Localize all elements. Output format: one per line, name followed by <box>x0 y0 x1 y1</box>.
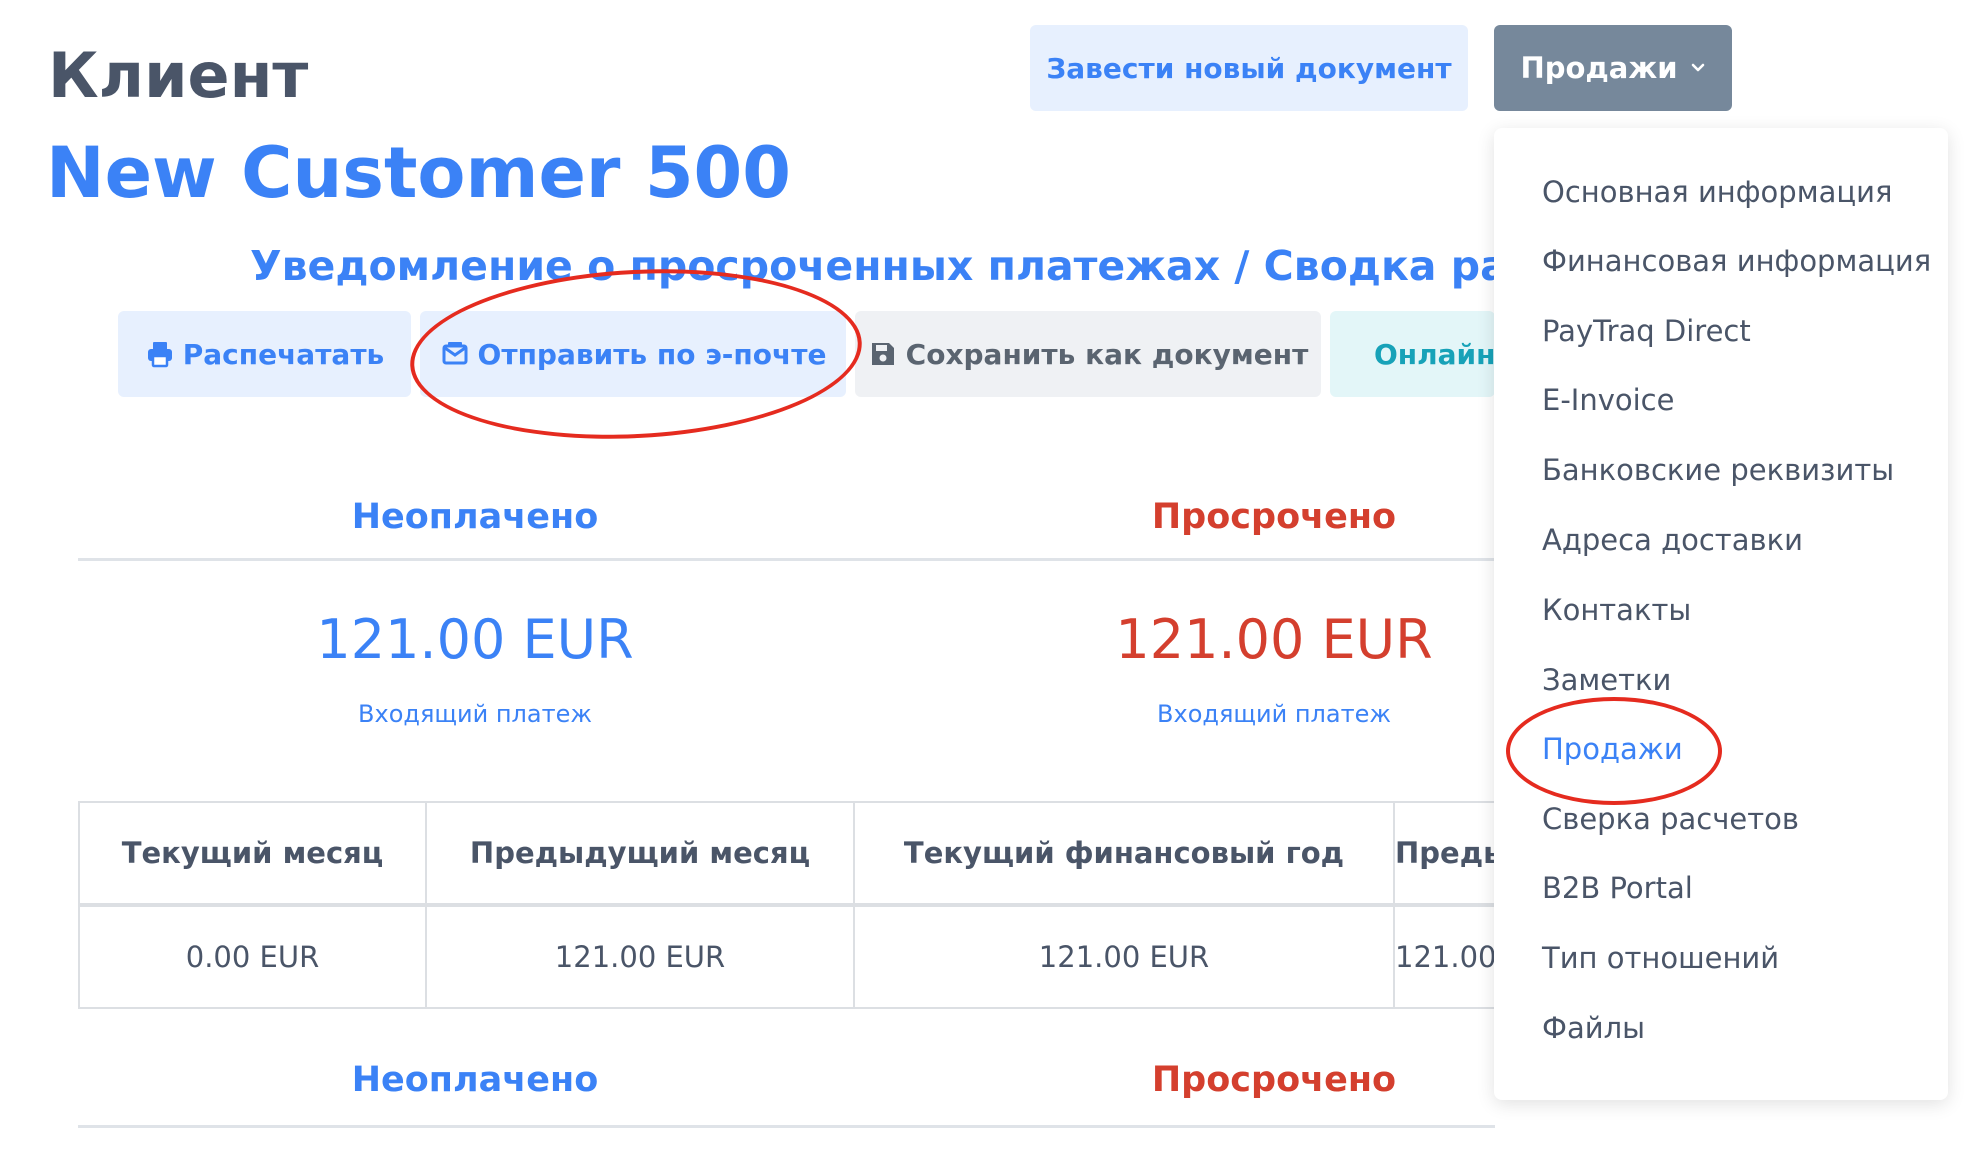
entity-label: Клиент <box>48 39 309 112</box>
table-header-row: Текущий месяц Предыдущий месяц Текущий ф… <box>78 801 1497 907</box>
customer-name: New Customer 500 <box>46 132 791 214</box>
menu-item-relationship-type[interactable]: Тип отношений <box>1542 938 1779 978</box>
value-current-month: 0.00 EUR <box>78 904 427 1009</box>
table-row: 0.00 EUR 121.00 EUR 121.00 EUR 121.00 EU… <box>78 904 1497 1009</box>
overdue-amount: 121.00 EUR <box>1115 608 1433 671</box>
value-previous-fiscal-year: 121.00 EUR <box>1393 904 1497 1009</box>
page-subtitle: Уведомление о просроченных платежах / Св… <box>250 242 1495 290</box>
chevron-down-icon <box>1691 63 1704 72</box>
annotation-ellipse-sales <box>1506 697 1722 805</box>
menu-item-financial-info[interactable]: Финансовая информация <box>1542 241 1931 281</box>
menu-item-b2b-portal[interactable]: B2B Portal <box>1542 868 1693 908</box>
menu-item-files[interactable]: Файлы <box>1542 1008 1645 1048</box>
divider <box>78 558 1495 561</box>
print-button[interactable]: Распечатать <box>118 311 411 397</box>
sales-dropdown-menu: Основная информация Финансовая информаци… <box>1494 128 1948 1100</box>
header-previous-month: Предыдущий месяц <box>425 801 855 907</box>
menu-item-basic-info[interactable]: Основная информация <box>1542 172 1892 212</box>
value-current-fiscal-year: 121.00 EUR <box>853 904 1395 1009</box>
save-as-document-button[interactable]: Сохранить как документ <box>855 311 1321 397</box>
menu-item-delivery-addresses[interactable]: Адреса доставки <box>1542 520 1803 560</box>
menu-item-notes[interactable]: Заметки <box>1542 660 1671 700</box>
online-button[interactable]: Онлайн <box>1330 311 1495 397</box>
online-label: Онлайн <box>1374 337 1495 371</box>
menu-item-paytraq-direct[interactable]: PayTraq Direct <box>1542 311 1751 351</box>
sales-button-label: Продажи <box>1520 51 1678 85</box>
new-document-button[interactable]: Завести новый документ <box>1030 25 1468 111</box>
new-document-label: Завести новый документ <box>1046 51 1452 85</box>
menu-item-bank-details[interactable]: Банковские реквизиты <box>1542 450 1894 490</box>
overdue-heading: Просрочено <box>1151 497 1397 537</box>
save-as-document-label: Сохранить как документ <box>905 337 1309 371</box>
menu-item-contacts[interactable]: Контакты <box>1542 590 1691 630</box>
period-summary-table: Текущий месяц Предыдущий месяц Текущий ф… <box>78 801 1497 1009</box>
unpaid-amount: 121.00 EUR <box>316 608 634 671</box>
divider <box>78 1125 1495 1128</box>
unpaid-heading: Неоплачено <box>351 497 599 537</box>
header-current-month: Текущий месяц <box>78 801 427 907</box>
print-label: Распечатать <box>182 337 385 371</box>
header-current-fiscal-year: Текущий финансовый год <box>853 801 1395 907</box>
sales-dropdown-button[interactable]: Продажи <box>1494 25 1732 111</box>
printer-icon <box>147 342 172 368</box>
overdue-heading-2: Просрочено <box>1151 1060 1397 1100</box>
menu-item-e-invoice[interactable]: E-Invoice <box>1542 380 1674 420</box>
header-previous-fiscal-year: Предыдущий финансовый год <box>1393 801 1497 907</box>
value-previous-month: 121.00 EUR <box>425 904 855 1009</box>
unpaid-heading-2: Неоплачено <box>351 1060 599 1100</box>
floppy-disk-icon <box>871 343 894 365</box>
overdue-incoming-payment-link[interactable]: Входящий платеж <box>1074 697 1474 731</box>
unpaid-incoming-payment-link[interactable]: Входящий платеж <box>275 697 675 731</box>
menu-item-reconciliation[interactable]: Сверка расчетов <box>1542 799 1799 839</box>
